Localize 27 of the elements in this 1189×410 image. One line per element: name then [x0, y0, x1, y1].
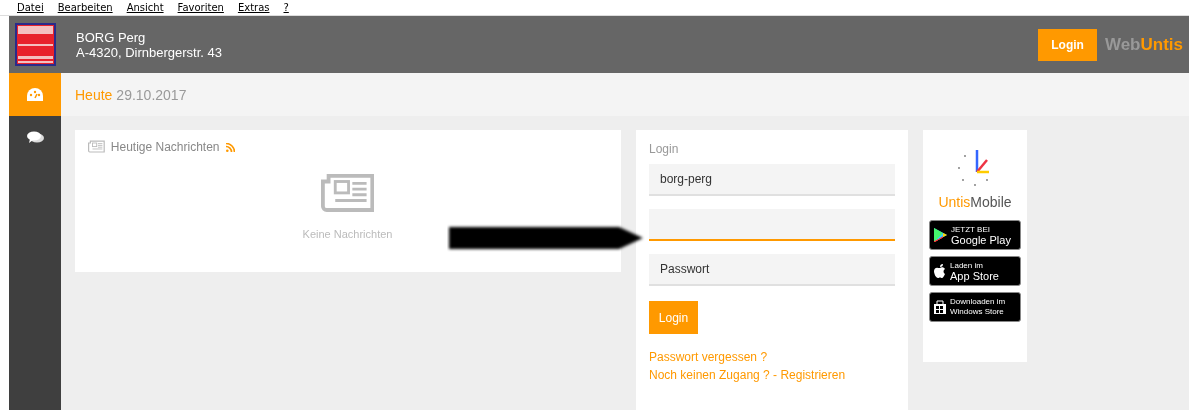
store-badge[interactable]: Downloaden im Windows Store [929, 292, 1021, 322]
apple-icon [934, 264, 946, 278]
school-name: BORG Perg [76, 29, 147, 45]
empty-message: Keine Nachrichten [302, 227, 393, 240]
rss-icon[interactable] [225, 142, 235, 152]
menu-item[interactable]: Extras [237, 2, 270, 13]
menu-item[interactable]: Favoriten [177, 2, 224, 13]
chat-icon [26, 131, 44, 144]
windows-store-icon [934, 300, 946, 314]
date-text: 29.10.2017 [116, 86, 187, 103]
play-icon [934, 228, 947, 242]
card-title: Login [649, 142, 680, 156]
untismobile-logo: UntisMobile [938, 194, 1012, 210]
dashboard-icon [27, 88, 43, 101]
newspaper-icon [320, 172, 375, 214]
menu-item[interactable]: Bearbeiten [57, 2, 113, 13]
store-badge[interactable]: Laden im App Store [929, 256, 1021, 286]
store-badge[interactable]: JETZT BEI Google Play [929, 220, 1021, 250]
school-address: A-4320, Dirnbergerstr. 43 [76, 44, 223, 60]
input-field[interactable]: borg-perg [649, 164, 895, 196]
menu-item[interactable]: Ansicht [126, 2, 164, 13]
newspaper-icon [88, 140, 105, 154]
menu-item[interactable]: Datei [17, 2, 44, 13]
card-title: Heutige Nachrichten [110, 140, 220, 154]
school-logo [15, 23, 56, 66]
menu-item[interactable]: ? [283, 2, 289, 13]
input-field[interactable] [649, 209, 895, 241]
